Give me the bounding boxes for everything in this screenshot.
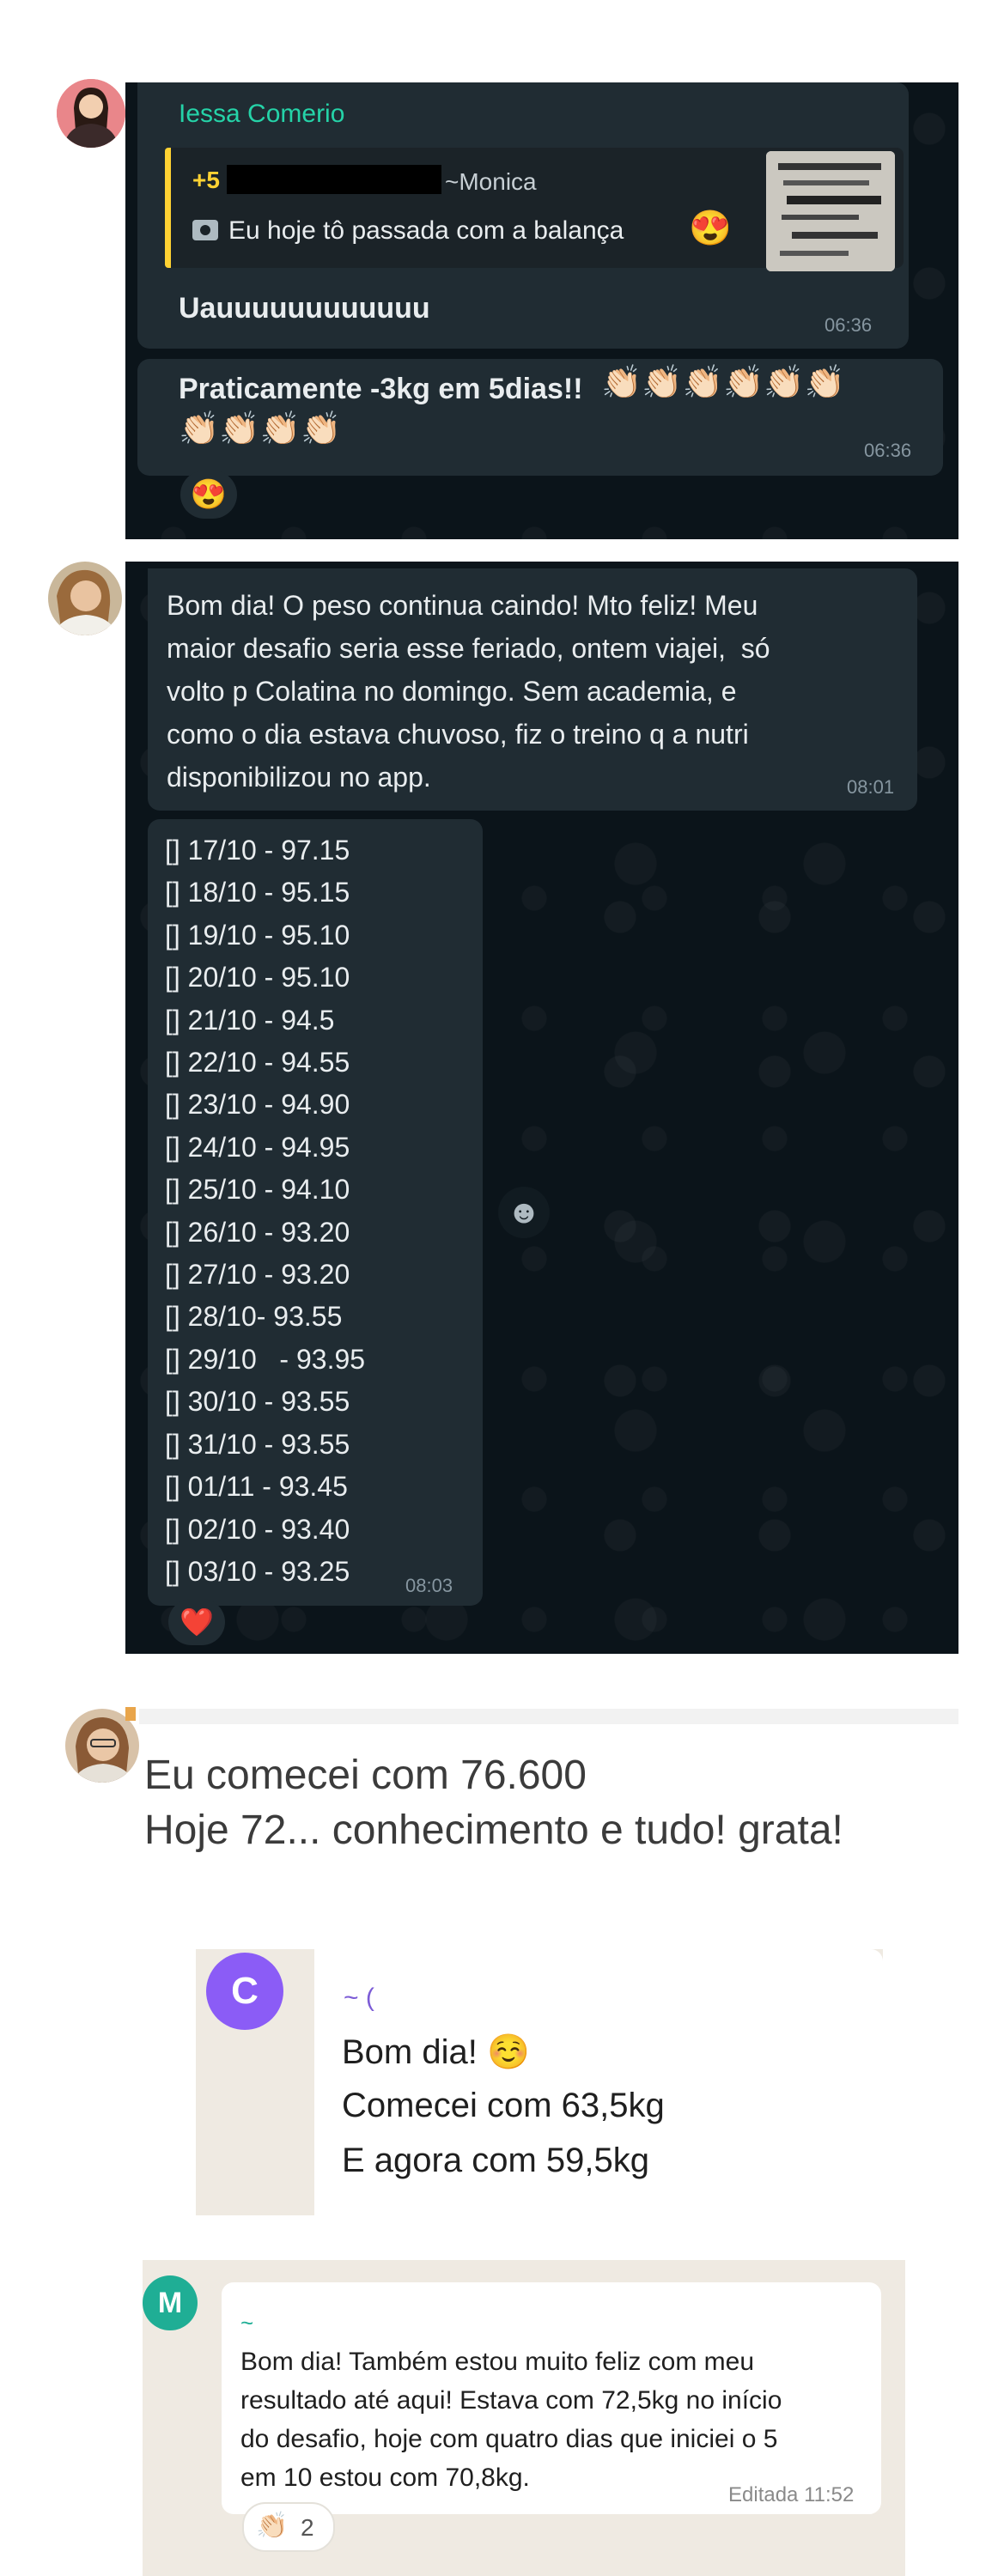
weight-entry: [] 02/10 - 93.40 (165, 1513, 350, 1545)
message-line: Bom dia! Também estou muito feliz com me… (240, 2348, 755, 2376)
clapping-hands-emoji-row: 👏🏻👏🏻👏🏻👏🏻 (179, 411, 342, 447)
message-text: Bom dia! ☺️ (342, 2033, 530, 2071)
message-text: Uauuuuuuuuuuuu (179, 292, 430, 325)
sender-name[interactable]: Iessa Comerio (179, 100, 344, 129)
weight-entry: [] 26/10 - 93.20 (165, 1216, 350, 1248)
quote-text: Eu hoje tô passada com a balança (228, 216, 624, 245)
weight-entry: [] 19/10 - 95.10 (165, 919, 350, 951)
avatar-m: M (143, 2275, 198, 2330)
reaction-count: 2 (301, 2514, 314, 2541)
heart-emoji: ❤️ (180, 1607, 214, 1637)
sender-name[interactable]: ~ ( (344, 1984, 374, 2013)
message-time: 08:01 (847, 776, 895, 798)
message-line: volto p Colatina no domingo. Sem academi… (167, 676, 737, 707)
weight-entry: [] 22/10 - 94.55 (165, 1047, 350, 1078)
weight-entry: [] 30/10 - 93.55 (165, 1386, 350, 1418)
avatar-c: C (206, 1953, 283, 2030)
redaction-bar (227, 165, 441, 194)
smiley-icon: ☻ (507, 1194, 541, 1230)
weight-entry: [] 20/10 - 95.10 (165, 962, 350, 993)
weight-entry: [] 17/10 - 97.15 (165, 835, 350, 866)
message-time: 06:36 (864, 440, 912, 461)
weight-entry: [] 27/10 - 93.20 (165, 1259, 350, 1291)
message-text: Hoje 72... conhecimento e tudo! grata! (144, 1807, 843, 1853)
weight-entry: [] 18/10 - 95.15 (165, 877, 350, 908)
avatar-status-dot (125, 1707, 136, 1721)
weight-entry: [] 03/10 - 93.25 (165, 1555, 350, 1587)
reaction-badge[interactable]: 👏🏻 2 (242, 2502, 335, 2552)
sender-name[interactable]: ~ (240, 2310, 253, 2336)
quoted-message[interactable]: +5 ~Monica Eu hoje tô passada com a bala… (165, 148, 904, 271)
weight-list: [] 17/10 - 97.15 [] 18/10 - 95.15 [] 19/… (165, 829, 365, 1593)
message-line: em 10 estou com 70,8kg. (240, 2464, 530, 2492)
message-text: Praticamente -3kg em 5dias!! (179, 373, 583, 405)
avatar-letter: C (231, 1970, 259, 2012)
quote-name: ~Monica (445, 168, 537, 195)
message-line: como o dia estava chuvoso, fiz o treino … (167, 719, 749, 750)
reaction-badge[interactable]: 😍 (180, 471, 237, 519)
emoji-reaction-button[interactable]: ☻ (498, 1187, 550, 1238)
clapping-hands-emoji-row: 👏🏻👏🏻👏🏻👏🏻👏🏻👏🏻 (601, 365, 845, 401)
message-line: disponibilizou no app. (167, 762, 431, 793)
heart-eyes-emoji: 😍 (689, 210, 732, 247)
message-line: do desafio, hoje com quatro dias que ini… (240, 2425, 778, 2453)
weight-entry: [] 01/11 - 93.45 (165, 1471, 348, 1503)
quote-accent-bar (165, 148, 171, 268)
quote-phone: +5 (192, 167, 220, 193)
avatar-iessa (57, 79, 125, 148)
heart-eyes-emoji: 😍 (190, 478, 228, 511)
chat3-header-strip (139, 1709, 958, 1724)
message-text: E agora com 59,5kg (342, 2142, 649, 2179)
message-text: Comecei com 63,5kg (342, 2087, 665, 2124)
clapping-hands-emoji: 👏🏻 (256, 2512, 289, 2540)
weight-entry: [] 29/10 - 93.95 (165, 1343, 366, 1375)
reaction-badge[interactable]: ❤️ (168, 1599, 225, 1645)
message-line: Bom dia! O peso continua caindo! Mto fel… (167, 590, 758, 621)
weight-entry: [] 25/10 - 94.10 (165, 1174, 350, 1206)
camera-icon (192, 220, 218, 240)
message-text: Eu comecei com 76.600 (144, 1753, 587, 1798)
edited-timestamp: Editada 11:52 (728, 2483, 855, 2506)
message-time: 06:36 (824, 314, 873, 336)
weight-entry: [] 23/10 - 94.90 (165, 1089, 350, 1121)
weight-entry: [] 24/10 - 94.95 (165, 1131, 350, 1163)
message-line: maior desafio seria esse feriado, ontem … (167, 633, 770, 664)
avatar-letter: M (157, 2287, 183, 2319)
weight-entry: [] 28/10- 93.55 (165, 1301, 343, 1333)
message-text: Bom dia! O peso continua caindo! Mto fel… (167, 584, 770, 799)
avatar-user-2 (48, 562, 122, 635)
quote-image-thumbnail[interactable] (766, 151, 895, 271)
weight-entry: [] 31/10 - 93.55 (165, 1428, 350, 1460)
message-line: resultado até aqui! Estava com 72,5kg no… (240, 2386, 782, 2415)
message-time: 08:03 (405, 1575, 453, 1596)
message-text: Bom dia! Também estou muito feliz com me… (240, 2342, 782, 2497)
weight-entry: [] 21/10 - 94.5 (165, 1004, 335, 1036)
